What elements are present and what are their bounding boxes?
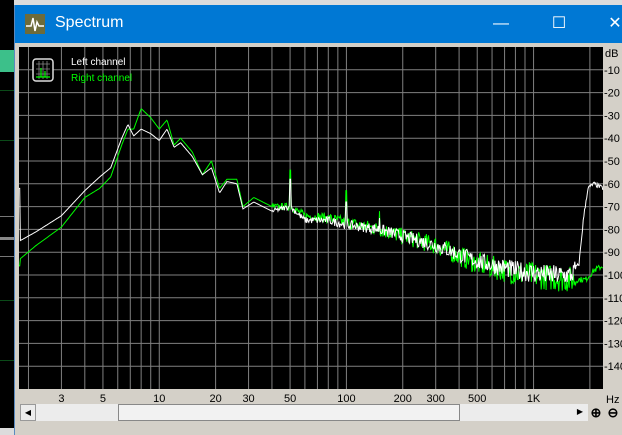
y-tick-label: -40	[604, 133, 620, 145]
y-tick-label: -60	[604, 179, 620, 191]
y-tick-label: -140	[604, 361, 622, 373]
y-tick-label: -100	[604, 270, 622, 282]
y-tick-label: -80	[604, 224, 620, 236]
y-tick-label: -120	[604, 316, 622, 328]
chart-settings-icon[interactable]	[32, 58, 54, 82]
legend-left-channel: Left channel	[71, 57, 126, 68]
y-tick-label: -50	[604, 156, 620, 168]
scroll-right-button[interactable]: ▶	[572, 404, 588, 421]
spectrum-window: Spectrum — ☐ ✕ dB -10 -20 -30 -40 -50 -60 -70 -8…	[14, 5, 622, 435]
spectrum-app-icon	[25, 14, 45, 34]
window-title: Spectrum	[55, 14, 124, 31]
minimize-icon[interactable]: —	[481, 11, 521, 37]
y-unit-label: dB	[605, 48, 618, 60]
spectrum-chart: dB -10 -20 -30 -40 -50 -60 -70 -80 -90 -100 -110 -12…	[19, 47, 622, 406]
y-tick-label: -130	[604, 338, 622, 350]
maximize-icon[interactable]: ☐	[539, 11, 579, 37]
zoom-out-icon[interactable]: ⊖	[605, 404, 621, 421]
horizontal-scrollbar[interactable]: ◀ ▶	[20, 404, 588, 421]
close-icon[interactable]: ✕	[595, 11, 622, 37]
y-tick-label: -10	[604, 65, 620, 77]
y-tick-label: -90	[604, 247, 620, 259]
zoom-in-icon[interactable]: ⊕	[588, 404, 604, 421]
y-tick-label: -70	[604, 202, 620, 214]
scroll-thumb[interactable]	[118, 404, 460, 421]
title-bar[interactable]: Spectrum — ☐ ✕	[15, 5, 622, 43]
scroll-left-button[interactable]: ◀	[20, 404, 36, 421]
y-tick-label: -20	[604, 88, 620, 100]
y-tick-label: -30	[604, 110, 620, 122]
y-tick-label: -110	[604, 293, 622, 305]
legend-right-channel: Right channel	[71, 73, 132, 84]
background-app	[0, 0, 14, 428]
